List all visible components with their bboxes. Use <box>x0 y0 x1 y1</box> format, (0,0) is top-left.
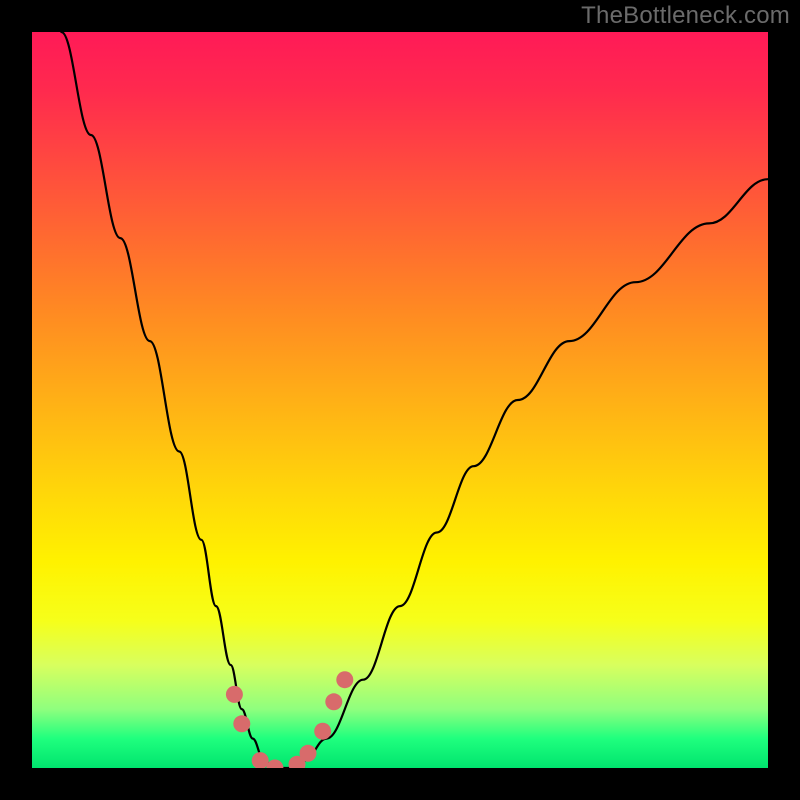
curve-marker <box>266 760 283 769</box>
watermark-label: TheBottleneck.com <box>581 2 790 30</box>
curve-marker <box>336 671 353 688</box>
curve-marker <box>233 715 250 732</box>
bottleneck-curve <box>61 32 768 768</box>
curve-marker <box>252 752 269 768</box>
line-chart <box>32 32 768 768</box>
marker-group <box>226 671 353 768</box>
curve-marker <box>325 693 342 710</box>
plot-area <box>32 32 768 768</box>
curve-marker <box>314 723 331 740</box>
curve-marker <box>226 686 243 703</box>
chart-frame: TheBottleneck.com <box>0 0 800 800</box>
curve-marker <box>300 745 317 762</box>
